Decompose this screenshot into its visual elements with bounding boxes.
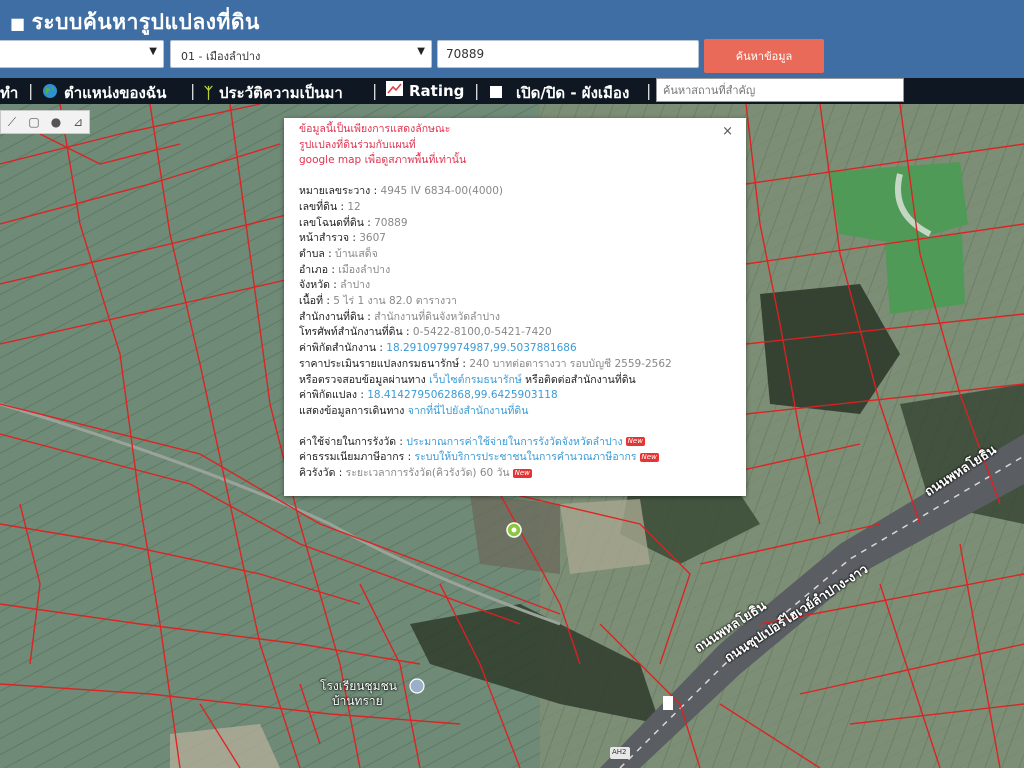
city-plan-toggle-label: เปิด/ปิด - ผังเมือง	[516, 84, 630, 102]
toolbar-item-partial[interactable]: ทำ	[0, 81, 18, 105]
price-row: ราคาประเมินรายแปลงกรมธนารักษ์ : 240 บาทต…	[299, 357, 672, 370]
globe-icon	[42, 83, 58, 103]
district-select-value: 01 - เมืองลำปาง	[181, 50, 261, 63]
marker-tool-icon[interactable]: ⊿	[67, 111, 89, 133]
search-button[interactable]: ค้นหาข้อมูล	[704, 39, 824, 73]
rating-button[interactable]: Rating	[386, 81, 464, 100]
treasury-website-link[interactable]: เว็บไซต์กรมธนารักษ์	[429, 374, 522, 386]
school-label-2: บ้านทราย	[332, 694, 383, 708]
disclaimer-line-3: google map เพื่อดูสภาพพื้นที่เท่านั้น	[299, 154, 467, 167]
field-row: ตำบล : บ้านเสด็จ	[299, 247, 378, 260]
district-select[interactable]: 01 - เมืองลำปาง ▼	[170, 40, 432, 68]
fee-estimate-link[interactable]: ประมาณการค่าใช้จ่ายในการรังวัดจังหวัดลำป…	[406, 436, 622, 448]
my-location-button[interactable]: ตำแหน่งของฉัน	[42, 81, 166, 105]
route-row: แสดงข้อมูลการเดินทาง จากที่นี่ไปยังสำนัก…	[299, 404, 529, 417]
rectangle-tool-icon[interactable]: ▢	[23, 111, 45, 133]
rating-label: Rating	[409, 81, 465, 100]
city-plan-toggle[interactable]: เปิด/ปิด - ผังเมือง	[490, 81, 629, 105]
parcel-info-popup: × ข้อมูลนี้เป็นเพียงการแสดงลักษณะ รูปแปล…	[284, 118, 746, 496]
phone-row: โทรศัพท์สำนักงานที่ดิน : 0-5422-8100,0-5…	[299, 326, 552, 339]
queue-row: คิวรังวัด : ระยะเวลาการรังวัด(คิวรังวัด)…	[299, 467, 532, 480]
sprout-icon: ᛉ	[204, 84, 214, 102]
parcel-number-input[interactable]	[437, 40, 699, 68]
tax-row: ค่าธรรมเนียมภาษีอากร : ระบบให้บริการประช…	[299, 451, 659, 464]
history-button[interactable]: ᛉ ประวัติความเป็นมา	[204, 81, 343, 105]
toolbar-separator: |	[474, 81, 480, 100]
field-row: หน้าสำรวจ : 3607	[299, 232, 386, 245]
field-row: หมายเลขระวาง : 4945 IV 6834-00(4000)	[299, 185, 503, 198]
route-shield-label: AH2	[612, 748, 627, 756]
tax-calculator-link[interactable]: ระบบให้บริการประชาชนในการคำนวณภาษีอากร	[415, 451, 637, 463]
disclaimer-line-1: ข้อมูลนี้เป็นเพียงการแสดงลักษณะ	[299, 123, 451, 135]
province-select[interactable]: ▼	[0, 40, 164, 68]
toolbar-separator: |	[28, 81, 34, 100]
parcel-fields: หมายเลขระวาง : 4945 IV 6834-00(4000) เลข…	[299, 184, 729, 294]
chart-icon	[386, 81, 403, 100]
toolbar-separator: |	[646, 81, 652, 100]
field-row: เลขโฉนดที่ดิน : 70889	[299, 216, 408, 229]
app-title: ■ ระบบค้นหารูปแปลงที่ดิน	[10, 6, 260, 39]
circle-tool-icon[interactable]: ●	[45, 111, 67, 133]
my-location-label: ตำแหน่งของฉัน	[64, 84, 167, 102]
toolbar-separator: |	[190, 81, 196, 100]
chevron-down-icon: ▼	[149, 46, 157, 57]
polyline-tool-icon[interactable]: ⟋	[1, 111, 23, 133]
parcel-coord-link[interactable]: 18.4142795062868,99.6425903118	[367, 389, 557, 401]
field-row: จังหวัด : ลำปาง	[299, 279, 371, 292]
fee-row: ค่าใช้จ่ายในการรังวัด : ประมาณการค่าใช้จ…	[299, 435, 645, 448]
field-row: อำเภอ : เมืองลำปาง	[299, 263, 391, 276]
area-row: เนื้อที่ : 5 ไร่ 1 งาน 82.0 ตารางวา	[299, 295, 457, 308]
disclaimer-line-2: รูปแปลงที่ดินร่วมกับแผนที่	[299, 138, 416, 151]
title-bullet-icon: ■	[10, 14, 26, 33]
new-badge: New	[625, 437, 645, 447]
app-title-text: ระบบค้นหารูปแปลงที่ดิน	[31, 10, 260, 34]
office-coord-row: ค่าพิกัดสำนักงาน : 18.2910979974987,99.5…	[299, 342, 577, 355]
chevron-down-icon: ▼	[417, 46, 425, 57]
office-row: สำนักงานที่ดิน : สำนักงานที่ดินจังหวัดลำ…	[299, 310, 501, 323]
parcel-coord-row: ค่าพิกัดแปลง : 18.4142795062868,99.64259…	[299, 389, 558, 402]
new-badge: New	[639, 452, 659, 462]
check-row: หรือตรวจสอบข้อมูลผ่านทาง เว็บไซต์กรมธนาร…	[299, 373, 636, 386]
place-search-input[interactable]	[656, 78, 904, 102]
toolbar-separator: |	[372, 81, 378, 100]
draw-tools: ⟋ ▢ ● ⊿	[0, 110, 90, 134]
history-label: ประวัติความเป็นมา	[219, 84, 343, 102]
office-coord-link[interactable]: 18.2910979974987,99.5037881686	[386, 342, 576, 354]
square-icon	[490, 84, 502, 102]
new-badge: New	[512, 468, 532, 478]
field-row: เลขที่ดิน : 12	[299, 200, 361, 213]
app-header: ■ ระบบค้นหารูปแปลงที่ดิน ▼ 01 - เมืองลำปา…	[0, 0, 1024, 78]
route-link[interactable]: จากที่นี่ไปยังสำนักงานที่ดิน	[408, 405, 529, 417]
